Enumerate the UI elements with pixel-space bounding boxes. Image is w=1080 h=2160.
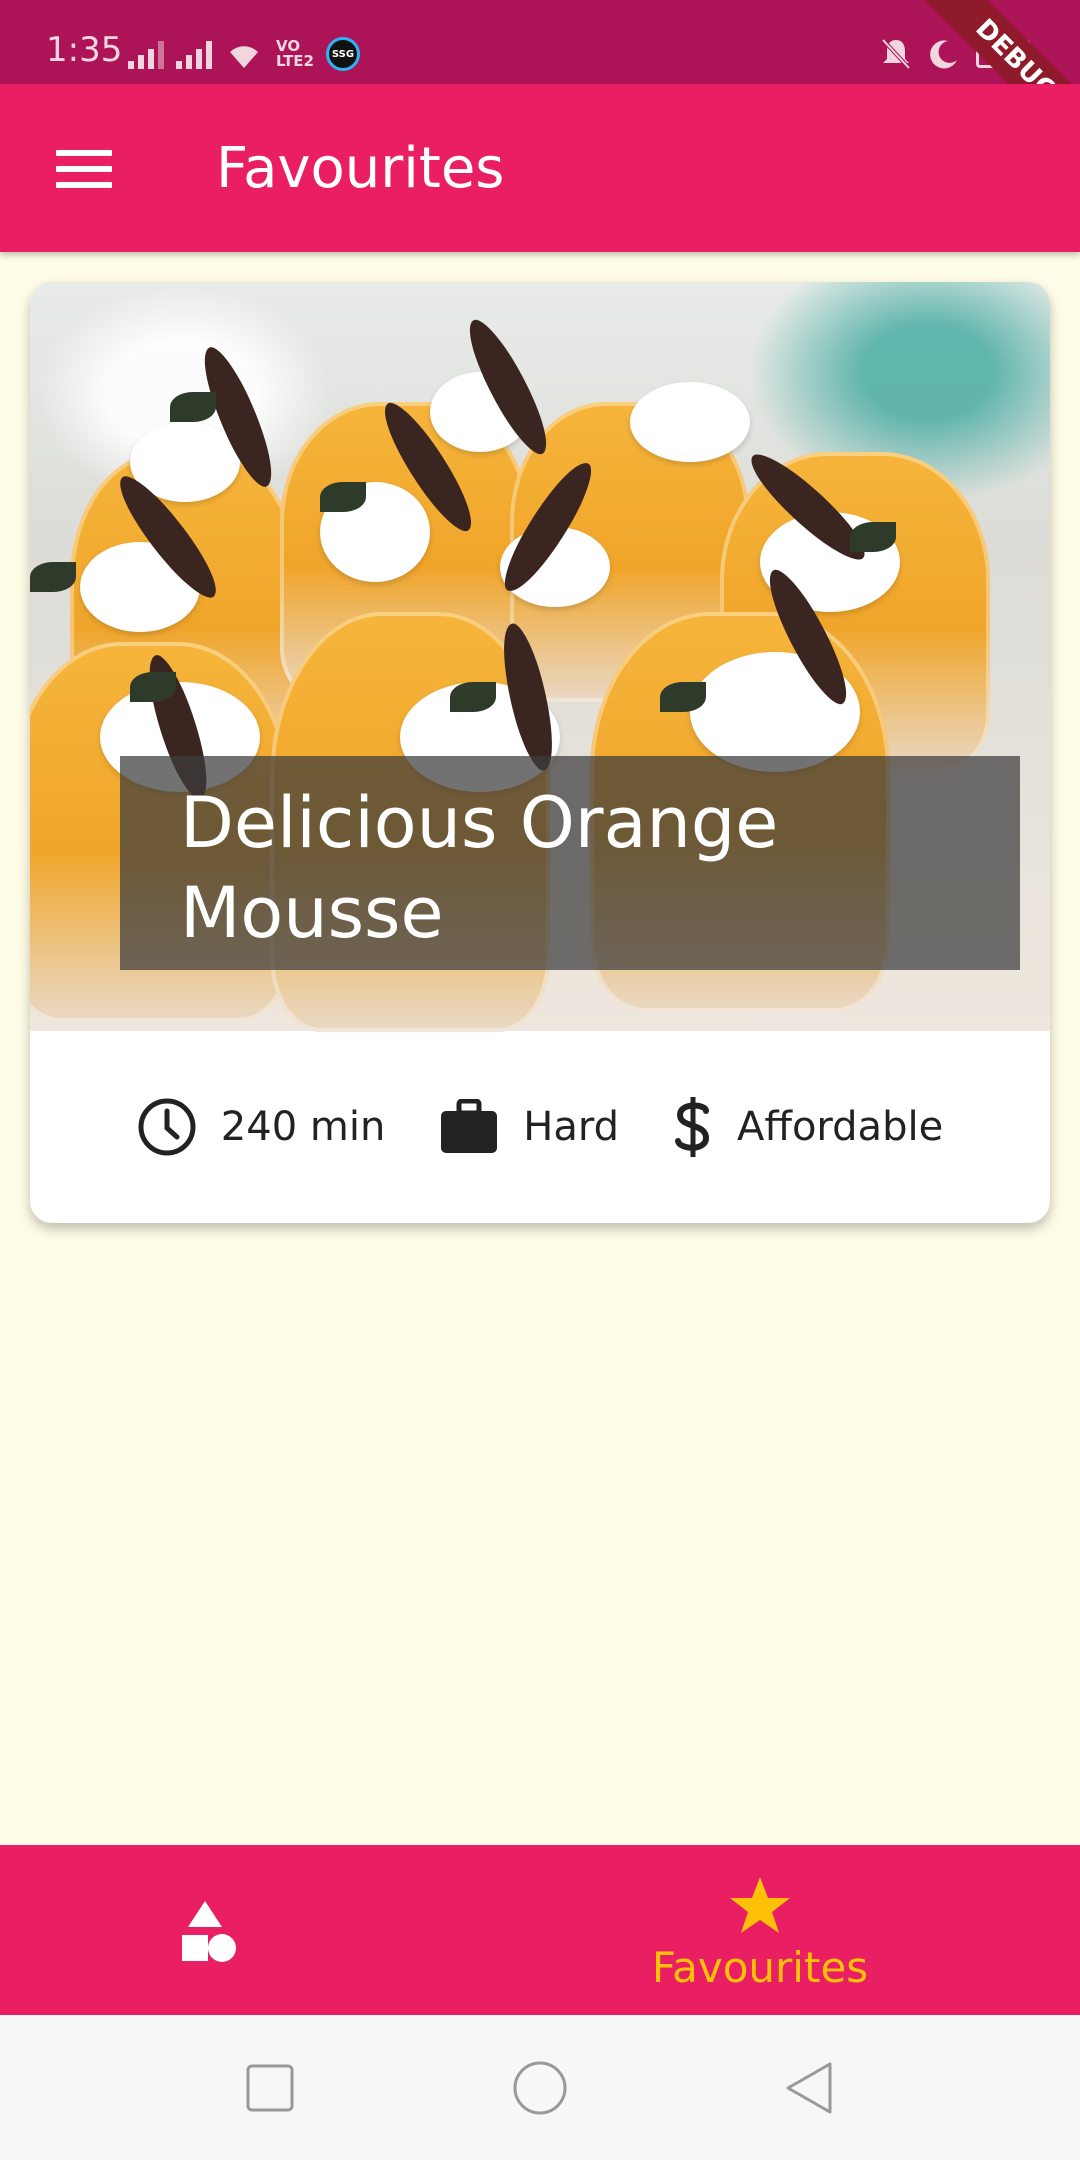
star-icon xyxy=(730,1877,790,1933)
nav-categories[interactable] xyxy=(170,1897,240,1967)
meal-card[interactable]: Delicious Orange Mousse 240 min Hard Aff… xyxy=(30,282,1050,1223)
affordability-info: Affordable xyxy=(673,1095,943,1159)
ssg-badge-icon: SSG xyxy=(326,37,360,71)
system-navigation-bar xyxy=(0,2015,1080,2160)
meal-title: Delicious Orange Mousse xyxy=(180,782,779,954)
clock-icon xyxy=(138,1098,196,1156)
volte-icon: VO LTE2 xyxy=(276,37,314,70)
menu-icon[interactable] xyxy=(56,150,112,188)
meal-info-row: 240 min Hard Affordable xyxy=(30,1031,1050,1223)
recents-icon[interactable] xyxy=(242,2060,298,2116)
status-time: 1:35 xyxy=(46,30,123,70)
status-icons-left: VO LTE2 SSG xyxy=(128,34,360,74)
briefcase-icon xyxy=(441,1099,498,1153)
status-bar: 1:35 VO LTE2 SSG xyxy=(0,0,1080,84)
category-icon xyxy=(182,1901,236,1962)
duration-text: 240 min xyxy=(220,1104,386,1150)
nav-favourites-label: Favourites xyxy=(651,1943,869,1992)
complexity-info: Hard xyxy=(439,1099,619,1155)
affordability-text: Affordable xyxy=(737,1104,944,1150)
dollar-icon xyxy=(675,1097,710,1157)
complexity-text: Hard xyxy=(523,1104,620,1150)
signal-2-icon xyxy=(176,39,212,69)
bottom-navigation: Favourites xyxy=(0,1845,1080,2015)
app-bar: Favourites xyxy=(0,84,1080,252)
bell-off-icon xyxy=(881,38,911,70)
meal-title-overlay: Delicious Orange Mousse xyxy=(120,756,1020,970)
back-icon[interactable] xyxy=(782,2060,838,2116)
meal-image: Delicious Orange Mousse xyxy=(30,282,1050,1032)
signal-1-icon xyxy=(128,39,164,69)
page-title: Favourites xyxy=(216,136,505,201)
wifi-icon xyxy=(230,46,258,68)
duration-info: 240 min xyxy=(137,1097,386,1157)
nav-favourites[interactable]: Favourites xyxy=(640,1875,880,1995)
home-icon[interactable] xyxy=(512,2060,568,2116)
moon-icon xyxy=(930,40,957,69)
